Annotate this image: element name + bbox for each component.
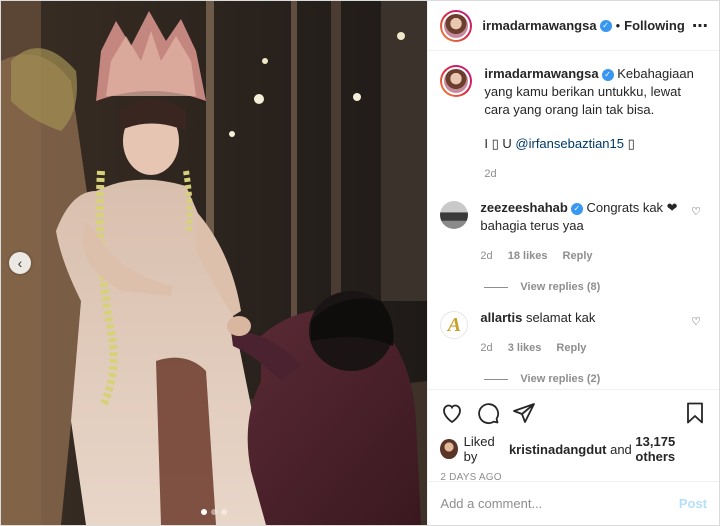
avatar[interactable] [440, 65, 473, 97]
avatar[interactable] [440, 439, 458, 459]
comment-likes[interactable]: 18 likes [508, 250, 548, 262]
comment-body: zeezeeshahab ✓ Congrats kak ❤ bahagia ter… [480, 199, 707, 265]
post-side-panel: irmadarmawangsa ✓ • Following ⋯ irmadarm… [427, 1, 719, 525]
reply-button[interactable]: Reply [556, 342, 586, 354]
comment-body: allartis selamat kak 2d 3 likes Reply [480, 309, 707, 357]
action-icons [440, 398, 707, 428]
heart-icon[interactable]: ♡ [691, 205, 701, 218]
avatar[interactable] [440, 201, 469, 229]
likes-prefix: Liked by [463, 434, 495, 464]
view-replies-button[interactable]: View replies (8) [484, 281, 707, 293]
comment-time: 2d [480, 250, 493, 262]
reply-button[interactable]: Reply [563, 250, 593, 262]
comment-item: zeezeeshahab ✓ Congrats kak ❤ bahagia ter… [440, 199, 707, 265]
view-replies-label: View replies (2) [520, 373, 601, 385]
comment-item: A allartis selamat kak 2d 3 likes Reply … [440, 309, 707, 357]
view-replies-label: View replies (8) [520, 281, 601, 293]
post-photo[interactable]: ‹ [1, 1, 428, 525]
bookmark-icon[interactable] [683, 401, 707, 425]
separator: • [615, 18, 621, 33]
heart-icon[interactable] [440, 401, 464, 425]
divider [484, 378, 509, 380]
comment-username[interactable]: zeezeeshahab [480, 200, 567, 215]
caption-time: 2d [484, 168, 497, 180]
comment-meta: 2d 3 likes Reply [480, 339, 689, 357]
carousel-dot [201, 509, 208, 515]
share-icon[interactable] [512, 401, 536, 425]
likes-summary: Liked by kristinadangdut and 13,175 othe… [440, 434, 707, 464]
post-comment-button[interactable]: Post [679, 496, 707, 511]
avatar[interactable]: A [440, 311, 469, 339]
carousel-indicator [1, 509, 427, 515]
comment-likes[interactable]: 3 likes [508, 342, 542, 354]
verified-icon: ✓ [601, 68, 614, 81]
caption-username[interactable]: irmadarmawangsa [484, 66, 598, 81]
comment-username[interactable]: allartis [480, 310, 522, 325]
post-actions: Liked by kristinadangdut and 13,175 othe… [428, 389, 719, 483]
likes-middle: and [610, 441, 632, 457]
carousel-dot [221, 509, 228, 515]
caption: irmadarmawangsa ✓ Kebahagiaan yang kamu b… [440, 65, 707, 183]
carousel-dot [211, 509, 218, 515]
more-options-icon[interactable]: ⋯ [692, 16, 709, 36]
caption-line2-prefix: I ▯ U [484, 136, 516, 151]
header-username[interactable]: irmadarmawangsa [482, 18, 596, 33]
comments-list: irmadarmawangsa ✓ Kebahagiaan yang kamu b… [428, 51, 719, 389]
divider [484, 286, 509, 288]
instagram-post: ‹ irmadarmawangsa ✓ • Following ⋯ irmada… [0, 0, 720, 526]
following-button[interactable]: Following [624, 18, 685, 33]
verified-icon: ✓ [570, 202, 583, 215]
comment-input[interactable] [440, 496, 679, 511]
comment-time: 2d [480, 342, 493, 354]
likes-count[interactable]: 13,175 others [635, 434, 707, 464]
comment-text: selamat kak [525, 310, 596, 325]
caption-line-2: I ▯ U @irfansebaztian15 ▯ [484, 135, 707, 153]
heart-icon[interactable]: ♡ [691, 315, 701, 328]
caption-line2-suffix: ▯ [624, 136, 635, 151]
view-replies-button[interactable]: View replies (2) [484, 373, 707, 385]
caption-meta: 2d [484, 165, 707, 183]
comment-icon[interactable] [476, 401, 500, 425]
likes-user[interactable]: kristinadangdut [509, 442, 607, 457]
avatar[interactable] [440, 9, 473, 42]
add-comment-bar: Post [428, 481, 719, 525]
previous-photo-button[interactable]: ‹ [9, 252, 31, 274]
post-header: irmadarmawangsa ✓ • Following ⋯ [428, 1, 719, 51]
comment-meta: 2d 18 likes Reply [480, 247, 689, 265]
verified-icon: ✓ [599, 19, 612, 32]
wedding-photo-illustration [1, 1, 428, 525]
mention-link[interactable]: @irfansebaztian15 [515, 136, 624, 151]
caption-body: irmadarmawangsa ✓ Kebahagiaan yang kamu b… [484, 65, 707, 183]
chevron-left-icon: ‹ [17, 255, 23, 271]
